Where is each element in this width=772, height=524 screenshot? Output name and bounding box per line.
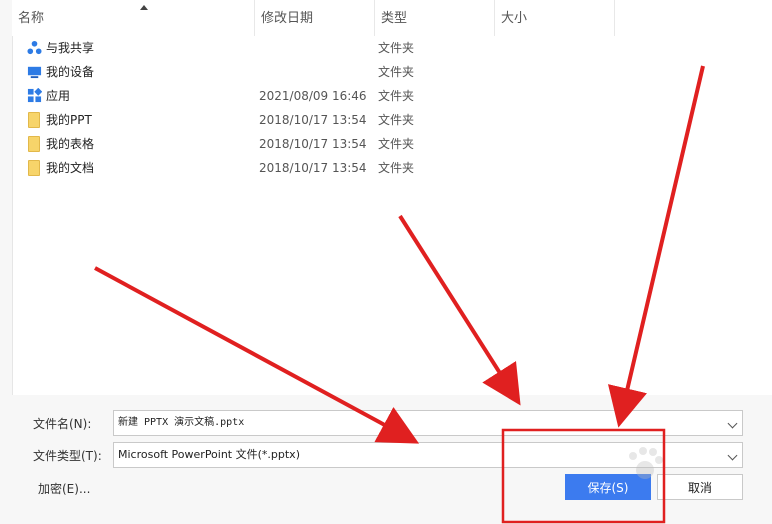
save-dialog: 名称 修改日期 类型 大小 与我共享 文件夹 我的设备 文件夹 应用 2021/… <box>0 0 772 524</box>
annotation-arrow <box>94 266 420 444</box>
annotation-arrow <box>607 65 705 428</box>
annotation-arrow <box>398 214 521 406</box>
annotation-highlight-box <box>501 428 666 524</box>
annotation-overlay <box>94 65 705 524</box>
